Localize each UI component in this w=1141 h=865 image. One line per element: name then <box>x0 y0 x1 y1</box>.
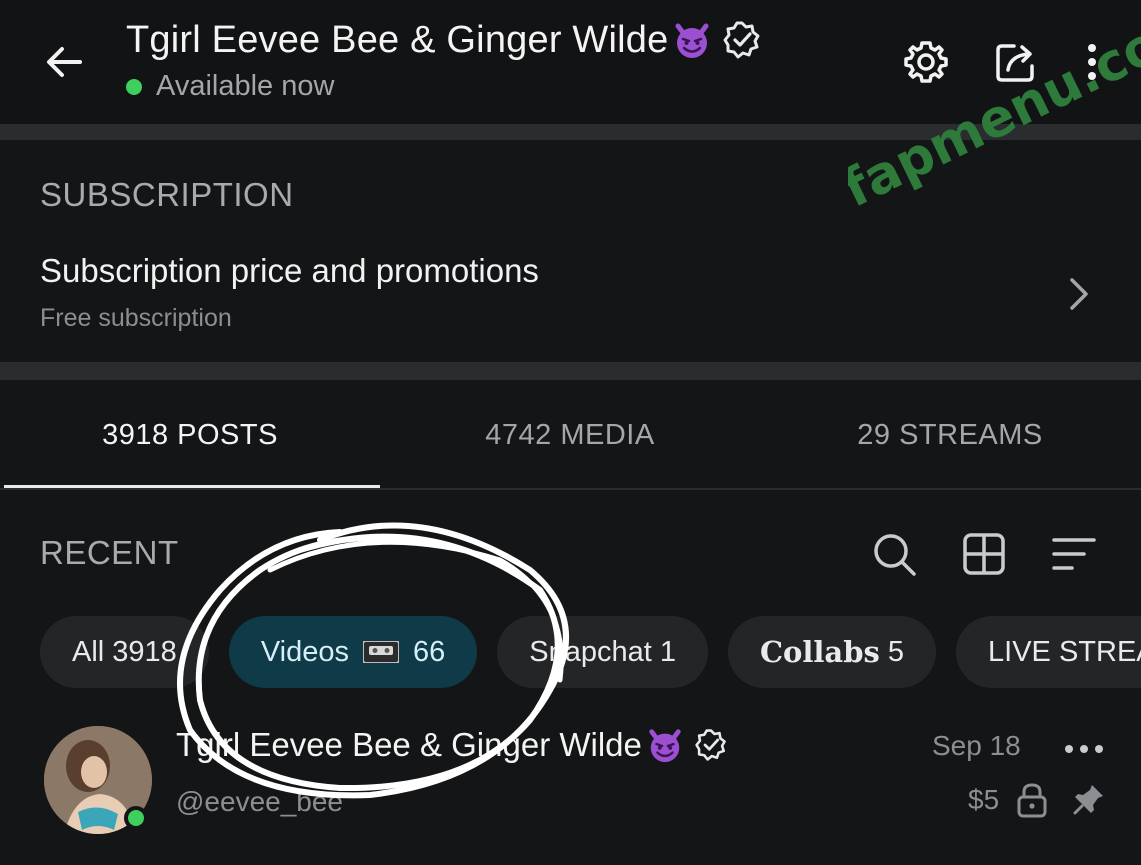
pin-icon <box>1073 785 1103 815</box>
watermark-logo: fapmenu.com <box>848 30 1141 220</box>
chip-label: Videos <box>260 635 349 668</box>
online-indicator <box>124 806 148 830</box>
tab-media[interactable]: 4742 MEDIA <box>380 380 760 490</box>
verified-badge-icon <box>723 21 760 59</box>
chip-snapchat[interactable]: Snapchat 1 <box>497 616 708 688</box>
post-author-row: Tgirl Eevee Bee & Ginger Wilde <box>176 726 728 764</box>
chip-all[interactable]: All 3918 <box>40 616 209 688</box>
more-horizontal-icon[interactable] <box>1062 734 1106 764</box>
search-icon[interactable] <box>870 530 918 578</box>
chip-label: Collabs <box>759 635 880 669</box>
back-arrow-icon[interactable] <box>40 38 88 86</box>
chip-videos[interactable]: Videos 66 <box>228 616 478 688</box>
recent-heading: RECENT <box>40 534 179 571</box>
chip-live-streams[interactable]: LIVE STREA <box>956 616 1141 688</box>
lock-icon <box>1017 783 1047 818</box>
chip-collabs[interactable]: Collabs 5 <box>727 616 937 688</box>
filter-chips: All 3918 Videos 66 Snapchat 1 Collabs 5 … <box>40 616 1141 688</box>
subscription-price: Free subscription <box>40 304 232 332</box>
recent-posts-section: RECENT All 3918 Videos 66 Snapchat 1 Col… <box>0 490 1141 865</box>
profile-title: Tgirl Eevee Bee & Ginger Wilde <box>126 18 669 61</box>
post-date: Sep 18 <box>932 730 1021 761</box>
chip-label: All 3918 <box>72 635 177 668</box>
post-price: $5 <box>968 784 1000 815</box>
tab-posts[interactable]: 3918 POSTS <box>0 380 380 490</box>
chip-label: LIVE STREA <box>988 635 1141 668</box>
profile-title-row: Tgirl Eevee Bee & Ginger Wilde <box>126 16 762 64</box>
post-author-handle[interactable]: @eevee_bee <box>176 786 343 818</box>
verified-badge-icon <box>695 729 726 761</box>
section-divider <box>0 362 1141 380</box>
chip-count: 66 <box>412 635 446 668</box>
subscription-title: Subscription price and promotions <box>40 252 539 289</box>
smiling-devil-emoji-icon <box>649 729 681 763</box>
chevron-right-icon <box>1070 278 1088 310</box>
subscription-heading: SUBSCRIPTION <box>40 176 294 213</box>
sort-icon[interactable] <box>1050 530 1098 578</box>
status-text: Available now <box>156 70 335 102</box>
chip-count: 5 <box>887 635 905 668</box>
availability-status: Available now <box>126 70 334 103</box>
post-author-name[interactable]: Tgirl Eevee Bee & Ginger Wilde <box>176 726 642 764</box>
chip-label: Snapchat 1 <box>529 635 676 668</box>
grid-view-icon[interactable] <box>960 530 1008 578</box>
subscription-promotions-link[interactable]: Subscription price and promotions Free s… <box>0 236 1141 362</box>
smiling-devil-emoji-icon <box>675 23 709 58</box>
content-tabs: 3918 POSTS 4742 MEDIA 29 STREAMS <box>0 380 1141 490</box>
videocassette-emoji-icon <box>362 641 399 663</box>
watermark-text: fapmenu.com <box>848 30 1141 220</box>
tab-streams[interactable]: 29 STREAMS <box>760 380 1140 490</box>
online-indicator <box>126 78 142 95</box>
